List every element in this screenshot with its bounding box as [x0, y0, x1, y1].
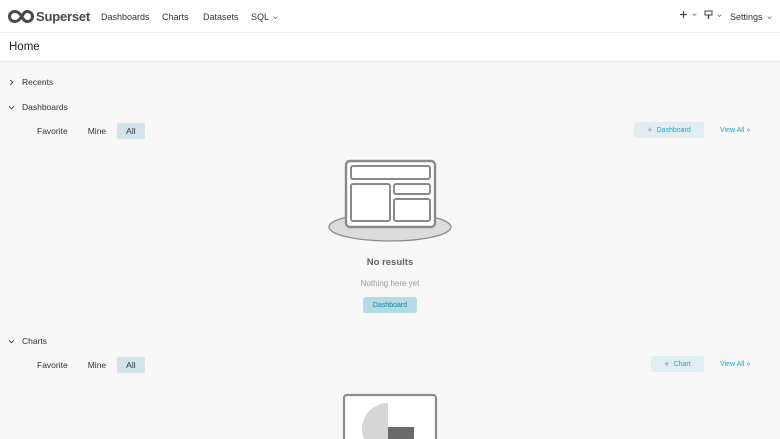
dashboards-tab-favorite[interactable]: Favorite — [28, 123, 77, 139]
chevron-down-icon — [273, 15, 278, 19]
chevron-down-icon — [692, 13, 697, 17]
add-dashboard-button[interactable]: + Dashboard — [634, 122, 704, 138]
charts-tab-all[interactable]: All — [117, 357, 145, 373]
empty-state-title: No results — [366, 257, 414, 268]
charts-tab-favorite[interactable]: Favorite — [28, 357, 77, 373]
page-header: Home — [0, 33, 780, 62]
chevron-down-icon — [766, 15, 772, 19]
settings-dropdown[interactable]: Settings — [730, 12, 772, 22]
create-dashboard-button[interactable]: Dashboard — [363, 297, 417, 313]
nav-datasets[interactable]: Datasets — [203, 12, 239, 22]
charts-label: Charts — [22, 336, 48, 346]
recents-section-toggle[interactable]: Recents — [8, 77, 53, 87]
add-chart-label: Chart — [673, 360, 691, 368]
plus-icon: + — [664, 359, 670, 369]
new-item-dropdown[interactable] — [679, 10, 697, 19]
settings-label: Settings — [730, 12, 763, 22]
chevron-down-icon — [8, 105, 15, 109]
dashboards-tab-all[interactable]: All — [117, 123, 145, 139]
plus-icon: + — [647, 125, 653, 135]
nav-sql-dropdown[interactable]: SQL — [251, 12, 278, 22]
chevron-right-icon — [9, 79, 14, 85]
empty-state-subtitle: Nothing here yet — [360, 279, 420, 288]
plus-icon — [680, 11, 687, 18]
theme-dropdown[interactable] — [704, 10, 722, 20]
charts-view-all-link[interactable]: View All » — [720, 361, 750, 368]
dashboards-tab-mine[interactable]: Mine — [79, 123, 115, 139]
empty-chart-illustration — [342, 393, 438, 439]
charts-tab-mine[interactable]: Mine — [79, 357, 115, 373]
add-dashboard-label: Dashboard — [656, 126, 691, 134]
charts-section-toggle[interactable]: Charts — [8, 336, 47, 346]
empty-dashboard-illustration — [328, 159, 452, 242]
page-title: Home — [9, 41, 40, 53]
chevron-down-icon — [717, 13, 722, 17]
paint-brush-icon — [704, 10, 713, 19]
chevron-down-icon — [8, 339, 15, 343]
nav-dashboards[interactable]: Dashboards — [101, 12, 150, 22]
dashboards-view-all-link[interactable]: View All » — [720, 127, 750, 134]
recents-label: Recents — [22, 77, 54, 87]
dashboards-section-toggle[interactable]: Dashboards — [8, 102, 68, 112]
dashboards-label: Dashboards — [22, 102, 68, 112]
superset-logo-icon — [8, 9, 34, 23]
top-navbar: Superset Dashboards Charts Datasets SQL … — [0, 0, 780, 33]
nav-charts[interactable]: Charts — [162, 12, 189, 22]
nav-sql-label: SQL — [251, 12, 270, 22]
create-dashboard-label: Dashboard — [372, 301, 408, 309]
superset-logo[interactable]: Superset — [8, 7, 90, 25]
brand-name: Superset — [36, 8, 91, 24]
dashboards-filter-tabs: Favorite Mine All — [28, 123, 147, 139]
charts-filter-tabs: Favorite Mine All — [28, 357, 147, 373]
add-chart-button[interactable]: + Chart — [651, 356, 704, 372]
